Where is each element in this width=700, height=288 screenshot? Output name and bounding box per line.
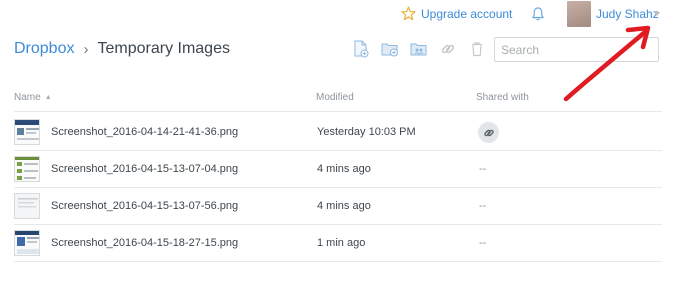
table-row[interactable]: Screenshot_2016-04-14-21-41-36.png Yeste… xyxy=(14,114,662,151)
breadcrumb-separator: › xyxy=(83,40,89,58)
file-list: Screenshot_2016-04-14-21-41-36.png Yeste… xyxy=(14,114,662,262)
table-row[interactable]: Screenshot_2016-04-15-18-27-15.png 1 min… xyxy=(14,225,662,262)
delete-button[interactable] xyxy=(468,40,486,58)
upgrade-account-label: Upgrade account xyxy=(421,6,513,21)
file-thumbnail xyxy=(14,119,40,145)
new-file-icon xyxy=(354,40,369,58)
upgrade-account-link[interactable]: Upgrade account xyxy=(401,6,512,21)
file-name[interactable]: Screenshot_2016-04-15-13-07-04.png xyxy=(51,163,238,175)
file-thumbnail xyxy=(14,193,40,219)
table-row[interactable]: Screenshot_2016-04-15-13-07-56.png 4 min… xyxy=(14,188,662,225)
notification-bell-icon[interactable] xyxy=(530,6,546,22)
file-name[interactable]: Screenshot_2016-04-15-18-27-15.png xyxy=(51,237,238,249)
new-folder-icon xyxy=(381,43,398,57)
column-header-shared-with: Shared with xyxy=(476,92,529,103)
file-modified: 4 mins ago xyxy=(317,200,371,212)
file-thumbnail xyxy=(14,156,40,182)
breadcrumb-root-link[interactable]: Dropbox xyxy=(14,40,74,58)
file-shared-with: -- xyxy=(479,200,487,212)
column-header-modified: Modified xyxy=(316,92,354,103)
new-shared-folder-button[interactable] xyxy=(410,40,428,58)
avatar[interactable] xyxy=(567,1,591,27)
top-bar: Upgrade account Judy Shahz xyxy=(0,0,700,30)
file-shared-with: -- xyxy=(479,163,487,175)
share-link-button[interactable] xyxy=(439,40,457,58)
shared-link-badge[interactable] xyxy=(478,122,499,143)
chevron-down-icon[interactable] xyxy=(654,12,660,16)
page-title: Temporary Images xyxy=(97,40,230,57)
user-menu[interactable]: Judy Shahz xyxy=(596,7,659,21)
table-row[interactable]: Screenshot_2016-04-15-13-07-04.png 4 min… xyxy=(14,151,662,188)
search-input[interactable] xyxy=(494,37,659,62)
star-icon xyxy=(401,6,416,21)
column-header-name[interactable]: Name ▲ xyxy=(14,92,52,103)
file-modified: 4 mins ago xyxy=(317,163,371,175)
toolbar xyxy=(352,40,486,58)
share-link-icon xyxy=(441,44,455,54)
new-shared-folder-icon xyxy=(410,43,427,56)
sort-ascending-icon: ▲ xyxy=(44,94,52,101)
file-modified: 1 min ago xyxy=(317,237,366,249)
new-folder-button[interactable] xyxy=(381,40,399,58)
trash-icon xyxy=(472,42,482,57)
file-name[interactable]: Screenshot_2016-04-14-21-41-36.png xyxy=(51,126,238,138)
breadcrumb: Dropbox › Temporary Images xyxy=(14,40,230,58)
file-name[interactable]: Screenshot_2016-04-15-13-07-56.png xyxy=(51,200,238,212)
file-thumbnail xyxy=(14,230,40,256)
file-shared-with: -- xyxy=(479,237,487,249)
column-header-name-label: Name xyxy=(14,92,41,103)
link-icon xyxy=(483,129,494,136)
table-header: Name ▲ Modified Shared with xyxy=(14,88,662,112)
file-modified: Yesterday 10:03 PM xyxy=(317,126,416,138)
new-file-button[interactable] xyxy=(352,40,370,58)
